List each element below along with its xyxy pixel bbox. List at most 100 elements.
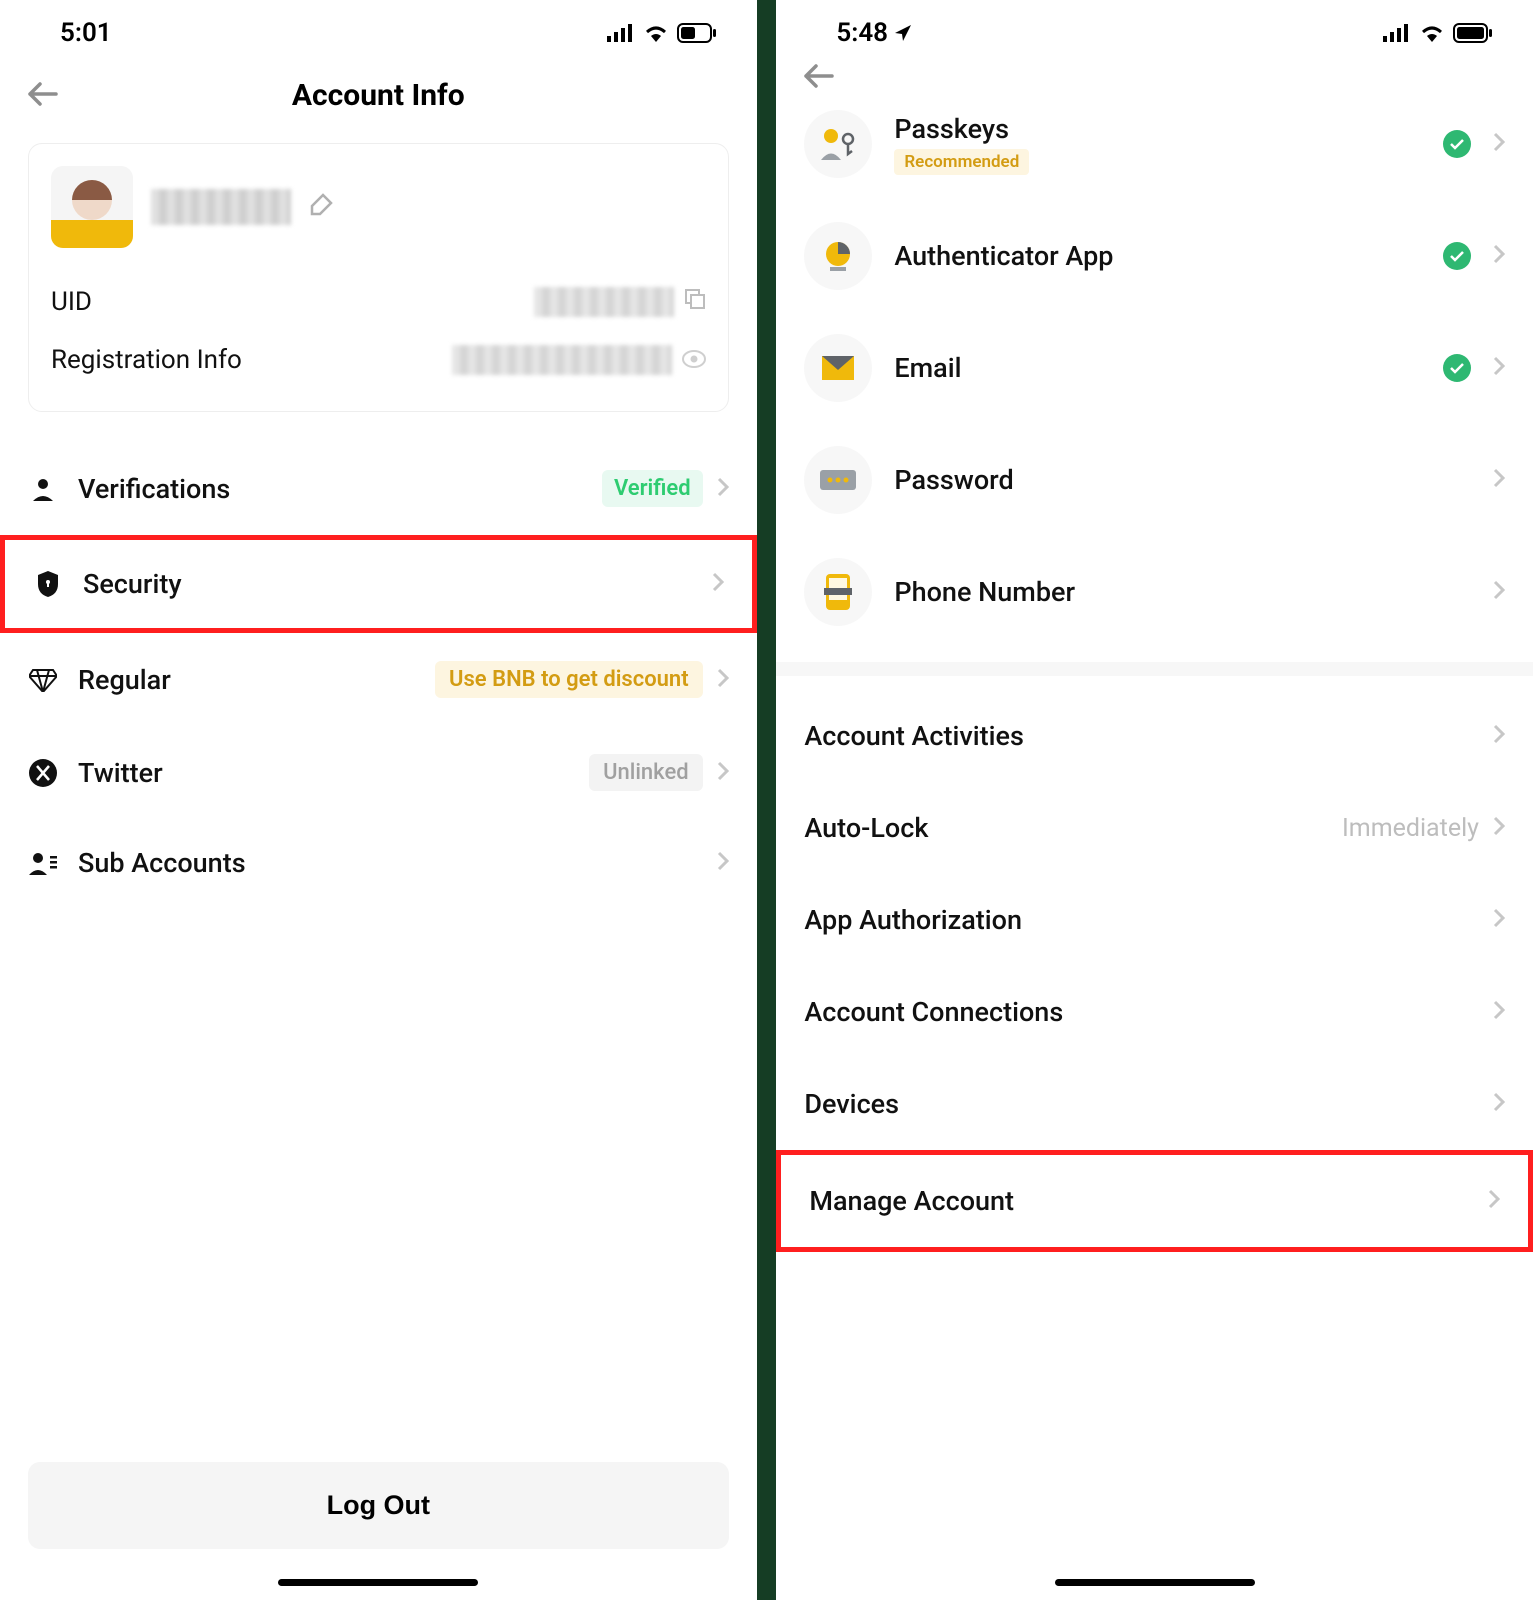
devices-item[interactable]: Devices (776, 1058, 1533, 1150)
verifications-label: Verifications (78, 473, 582, 505)
chevron-right-icon (1488, 1189, 1500, 1213)
check-circle-icon (1443, 242, 1471, 270)
cellular-signal-icon (607, 24, 635, 42)
phone-label: Phone Number (894, 576, 1471, 608)
copy-icon[interactable] (684, 287, 706, 317)
status-time-wrap: 5:48 (836, 18, 912, 48)
back-arrow-icon[interactable] (28, 82, 58, 110)
person-icon (28, 476, 58, 502)
status-time: 5:01 (60, 18, 112, 48)
passkeys-icon (804, 110, 872, 178)
sub-accounts-label: Sub Accounts (78, 847, 697, 879)
chevron-right-icon (1493, 580, 1505, 604)
uid-row: UID (51, 273, 706, 331)
chevron-right-icon (1493, 132, 1505, 156)
devices-label: Devices (804, 1088, 899, 1120)
security-item[interactable]: Security (0, 535, 757, 633)
passkeys-label: Passkeys (894, 113, 1421, 145)
shield-icon (33, 570, 63, 598)
chevron-right-icon (1493, 1000, 1505, 1024)
edit-icon[interactable] (309, 193, 333, 221)
people-icon (28, 850, 58, 876)
password-icon (804, 446, 872, 514)
header: Account Info (0, 58, 757, 143)
status-icons (1383, 23, 1493, 43)
account-info-screen: 5:01 Account Info UID (0, 0, 757, 1600)
auto-lock-item[interactable]: Auto-Lock Immediately (776, 782, 1533, 874)
security-label: Security (83, 568, 692, 600)
bnb-discount-badge: Use BNB to get discount (435, 661, 703, 698)
wifi-icon (1419, 24, 1445, 42)
account-activities-item[interactable]: Account Activities (776, 690, 1533, 782)
chevron-right-icon (1493, 468, 1505, 492)
auto-lock-value: Immediately (1342, 814, 1479, 843)
home-indicator[interactable] (1055, 1579, 1255, 1586)
home-indicator[interactable] (278, 1579, 478, 1586)
battery-half-icon (677, 23, 717, 43)
chevron-right-icon (717, 761, 729, 785)
recommended-badge: Recommended (894, 149, 1029, 175)
chevron-right-icon (717, 668, 729, 692)
check-circle-icon (1443, 130, 1471, 158)
account-activities-label: Account Activities (804, 720, 1024, 752)
profile-card: UID Registration Info (28, 143, 729, 412)
battery-full-icon (1453, 23, 1493, 43)
sub-accounts-item[interactable]: Sub Accounts (0, 819, 757, 907)
manage-account-item[interactable]: Manage Account (776, 1150, 1533, 1252)
back-arrow-icon[interactable] (804, 64, 834, 92)
cellular-signal-icon (1383, 24, 1411, 42)
header (776, 58, 1533, 88)
registration-row: Registration Info (51, 331, 706, 389)
password-label: Password (894, 464, 1471, 496)
chevron-right-icon (717, 851, 729, 875)
authenticator-icon (804, 222, 872, 290)
screenshot-divider (757, 0, 777, 1600)
account-connections-item[interactable]: Account Connections (776, 966, 1533, 1058)
uid-label: UID (51, 287, 92, 317)
password-item[interactable]: Password (776, 424, 1533, 536)
uid-value-redacted (534, 287, 674, 317)
account-connections-label: Account Connections (804, 996, 1063, 1028)
app-authorization-item[interactable]: App Authorization (776, 874, 1533, 966)
twitter-item[interactable]: Twitter Unlinked (0, 726, 757, 819)
section-separator (776, 662, 1533, 676)
chevron-right-icon (1493, 356, 1505, 380)
regular-item[interactable]: Regular Use BNB to get discount (0, 633, 757, 726)
phone-item[interactable]: Phone Number (776, 536, 1533, 648)
phone-icon (804, 558, 872, 626)
manage-account-label: Manage Account (809, 1185, 1014, 1217)
app-authorization-label: App Authorization (804, 904, 1022, 936)
chevron-right-icon (717, 477, 729, 501)
eye-icon[interactable] (682, 345, 706, 375)
email-label: Email (894, 352, 1421, 384)
twitter-label: Twitter (78, 757, 569, 789)
regular-label: Regular (78, 664, 415, 696)
registration-label: Registration Info (51, 345, 242, 375)
email-icon (804, 334, 872, 402)
authenticator-label: Authenticator App (894, 240, 1421, 272)
x-twitter-icon (28, 759, 58, 787)
logout-button[interactable]: Log Out (28, 1462, 729, 1549)
username-redacted (151, 189, 291, 225)
profile-row (51, 166, 706, 248)
status-icons (607, 23, 717, 43)
verifications-item[interactable]: Verifications Verified (0, 442, 757, 535)
chevron-right-icon (1493, 724, 1505, 748)
chevron-right-icon (1493, 908, 1505, 932)
registration-value-redacted (452, 345, 672, 375)
verified-badge: Verified (602, 470, 703, 507)
diamond-icon (28, 668, 58, 692)
status-time: 5:48 (836, 18, 888, 48)
unlinked-badge: Unlinked (589, 754, 703, 791)
chevron-right-icon (1493, 244, 1505, 268)
avatar[interactable] (51, 166, 133, 248)
status-bar: 5:01 (0, 0, 757, 58)
status-bar: 5:48 (776, 0, 1533, 58)
email-item[interactable]: Email (776, 312, 1533, 424)
passkeys-item[interactable]: Passkeys Recommended (776, 88, 1533, 200)
chevron-right-icon (1493, 816, 1505, 840)
wifi-icon (643, 24, 669, 42)
authenticator-item[interactable]: Authenticator App (776, 200, 1533, 312)
page-title: Account Info (28, 78, 729, 113)
security-screen: 5:48 Passkeys Recommended (776, 0, 1533, 1600)
